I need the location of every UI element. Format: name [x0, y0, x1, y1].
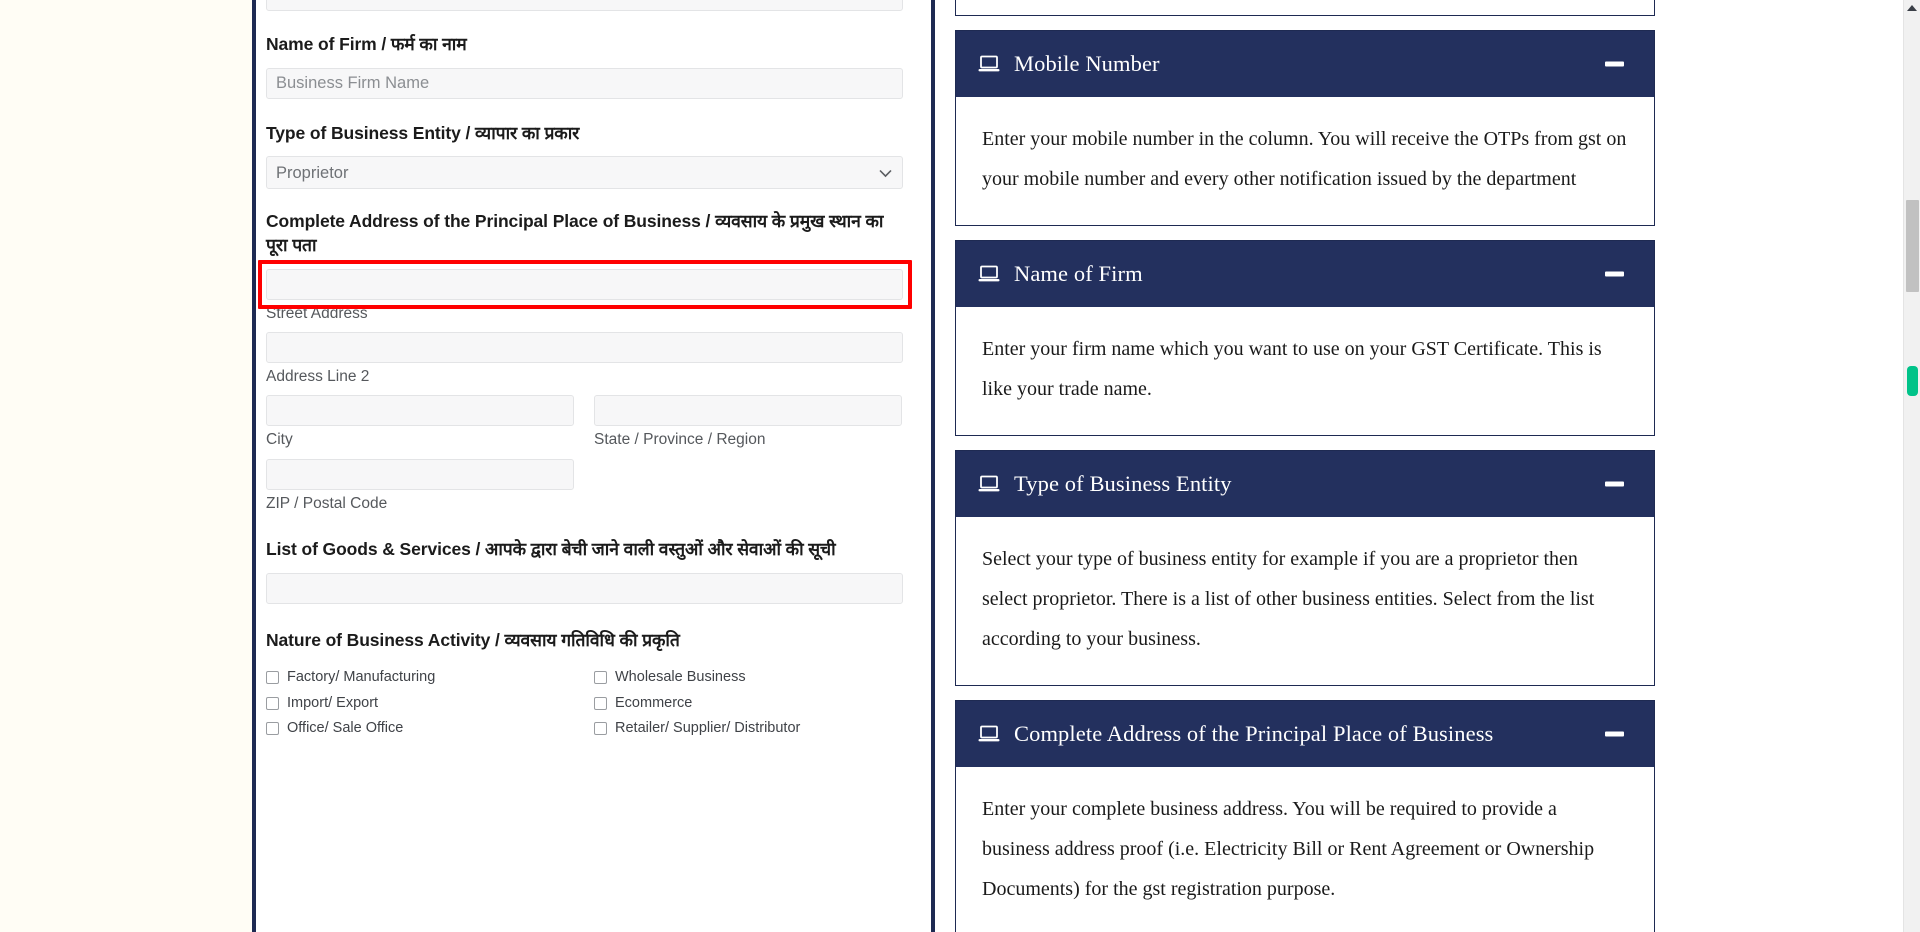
nature-of-business-checkbox-grid: Factory/ Manufacturing Wholesale Busines…	[266, 669, 926, 737]
zip-input[interactable]	[266, 458, 574, 490]
laptop-icon	[978, 265, 1000, 283]
business-firm-name-input[interactable]	[266, 67, 903, 99]
accordion-card-type-of-business-entity: Type of Business Entity Select your type…	[955, 450, 1655, 686]
accordion-title: Type of Business Entity	[1014, 471, 1232, 496]
nature-of-business-label: Nature of Business Activity / व्यवसाय गत…	[266, 629, 680, 650]
checkbox-icon[interactable]	[266, 722, 279, 736]
complete-address-label: Complete Address of the Principal Place …	[266, 211, 884, 255]
address-line2-input[interactable]	[266, 331, 903, 363]
type-of-business-entity-select-wrap: Proprietor	[266, 156, 903, 190]
street-address-input[interactable]	[266, 268, 903, 300]
scrollbar-thumb[interactable]	[1906, 200, 1919, 292]
street-address-highlight-wrap	[258, 259, 926, 309]
accordion-card-mobile-number: Mobile Number Enter your mobile number i…	[955, 30, 1655, 226]
checkbox-label: Office/ Sale Office	[287, 720, 404, 737]
checkbox-icon[interactable]	[266, 696, 279, 710]
checkbox-item[interactable]: Import/ Export	[266, 695, 594, 712]
goods-services-group: List of Goods & Services / आपके द्वारा ब…	[266, 538, 926, 604]
accordion-body: Enter your complete business address. Yo…	[982, 798, 1595, 900]
city-caption: City	[266, 431, 293, 449]
zip-wrap: ZIP / Postal Code	[266, 458, 926, 513]
registration-form: Name of Firm / फर्म का नाम Type of Busin…	[258, 0, 926, 932]
checkbox-icon[interactable]	[266, 671, 279, 685]
checkbox-label: Wholesale Business	[615, 669, 746, 686]
laptop-icon	[978, 55, 1000, 73]
zip-caption: ZIP / Postal Code	[266, 494, 388, 512]
checkbox-icon[interactable]	[594, 722, 607, 736]
page-root: Name of Firm / फर्म का नाम Type of Busin…	[0, 0, 1920, 932]
checkbox-item[interactable]: Retailer/ Supplier/ Distributor	[594, 720, 926, 737]
checkbox-label: Factory/ Manufacturing	[287, 669, 436, 686]
name-of-firm-label: Name of Firm / फर्म का नाम	[266, 34, 467, 54]
accordion-title: Name of Firm	[1014, 261, 1143, 286]
accordion-body: Select your type of business entity for …	[982, 548, 1595, 650]
accordion-title: Mobile Number	[1014, 51, 1160, 76]
accordion-card-partial-top	[955, 0, 1655, 16]
nature-of-business-group: Nature of Business Activity / व्यवसाय गत…	[266, 629, 926, 738]
name-of-firm-group: Name of Firm / फर्म का नाम	[266, 33, 926, 99]
state-wrap: State / Province / Region	[594, 395, 902, 449]
goods-services-input[interactable]	[266, 572, 903, 604]
pan-field-group	[266, 0, 926, 11]
help-accordion-panel: Mobile Number Enter your mobile number i…	[955, 0, 1655, 932]
accordion-body: Enter your firm name which you want to u…	[982, 338, 1602, 400]
type-of-business-entity-group: Type of Business Entity / व्यापार का प्र…	[266, 122, 926, 190]
vertical-scrollbar[interactable]	[1903, 0, 1920, 932]
checkbox-item[interactable]: Factory/ Manufacturing	[266, 669, 594, 686]
laptop-icon	[978, 475, 1000, 493]
address-line2-wrap: Address Line 2	[266, 331, 926, 386]
minus-icon[interactable]	[1605, 61, 1624, 67]
city-input[interactable]	[266, 395, 574, 427]
minus-icon[interactable]	[1605, 731, 1624, 737]
accordion-header-name-of-firm[interactable]: Name of Firm	[956, 241, 1654, 307]
checkbox-label: Retailer/ Supplier/ Distributor	[615, 720, 801, 737]
address-line2-caption: Address Line 2	[266, 367, 370, 385]
pan-input[interactable]	[266, 0, 903, 11]
checkbox-item[interactable]: Ecommerce	[594, 695, 926, 712]
checkbox-icon[interactable]	[594, 671, 607, 685]
complete-address-group: Complete Address of the Principal Place …	[258, 210, 926, 513]
accordion-title: Complete Address of the Principal Place …	[1014, 721, 1494, 746]
minus-icon[interactable]	[1605, 271, 1624, 277]
accordion-header-mobile-number[interactable]: Mobile Number	[956, 31, 1654, 97]
street-address-caption: Street Address	[266, 304, 368, 322]
state-caption: State / Province / Region	[594, 431, 766, 449]
left-gutter	[0, 0, 252, 932]
type-of-business-entity-select[interactable]: Proprietor	[266, 156, 903, 190]
laptop-icon	[978, 725, 1000, 743]
form-right-border	[931, 0, 935, 932]
type-of-business-entity-label: Type of Business Entity / व्यापार का प्र…	[266, 122, 580, 143]
accordion-card-name-of-firm: Name of Firm Enter your firm name which …	[955, 240, 1655, 436]
checkbox-label: Ecommerce	[615, 694, 693, 711]
city-state-row: City State / Province / Region	[266, 395, 926, 449]
accordion-card-complete-address: Complete Address of the Principal Place …	[955, 700, 1655, 932]
accordion-body: Enter your mobile number in the column. …	[982, 128, 1627, 190]
state-input[interactable]	[594, 395, 902, 427]
checkbox-label: Import/ Export	[287, 694, 379, 711]
minus-icon[interactable]	[1605, 481, 1624, 487]
checkbox-item[interactable]: Office/ Sale Office	[266, 720, 594, 737]
scrollbar-position-marker	[1907, 366, 1918, 396]
scroll-up-arrow-icon[interactable]	[1907, 5, 1917, 11]
goods-services-label: List of Goods & Services / आपके द्वारा ब…	[266, 539, 836, 559]
city-wrap: City	[266, 395, 574, 449]
checkbox-icon[interactable]	[594, 696, 607, 710]
accordion-header-type-of-business-entity[interactable]: Type of Business Entity	[956, 451, 1654, 517]
checkbox-item[interactable]: Wholesale Business	[594, 669, 926, 686]
accordion-header-complete-address[interactable]: Complete Address of the Principal Place …	[956, 701, 1654, 767]
